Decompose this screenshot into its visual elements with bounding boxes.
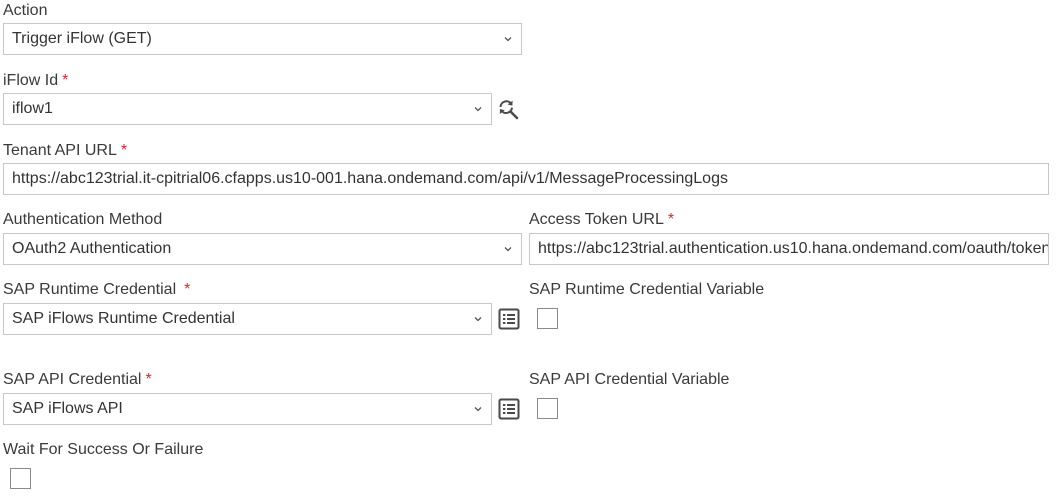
required-mark: * <box>120 142 128 159</box>
api-credential-select[interactable]: SAP iFlows API <box>3 393 492 425</box>
tenant-api-url-label: Tenant API URL * <box>3 141 127 161</box>
chevron-down-icon <box>474 316 482 322</box>
api-credential-select-value: SAP iFlows API <box>12 400 123 417</box>
required-mark: * <box>145 371 152 388</box>
required-mark: * <box>184 281 191 298</box>
api-credential-variable-checkbox[interactable] <box>537 398 558 419</box>
runtime-credential-select[interactable]: SAP iFlows Runtime Credential <box>3 303 492 335</box>
runtime-credential-label-text: SAP Runtime Credential <box>3 281 177 298</box>
list-icon[interactable] <box>498 308 520 330</box>
api-credential-label: SAP API Credential * <box>3 370 152 390</box>
action-select[interactable]: Trigger iFlow (GET) <box>3 23 522 55</box>
iflow-id-select[interactable]: iflow1 <box>3 93 492 125</box>
access-token-url-label-text: Access Token URL <box>529 211 664 228</box>
required-mark: * <box>62 72 69 89</box>
runtime-credential-variable-label-text: SAP Runtime Credential Variable <box>529 281 765 298</box>
runtime-credential-select-value: SAP iFlows Runtime Credential <box>12 310 235 327</box>
wait-for-result-label: Wait For Success Or Failure <box>3 440 203 460</box>
auth-method-select[interactable]: OAuth2 Authentication <box>3 233 522 265</box>
required-mark: * <box>667 211 675 228</box>
auth-method-label: Authentication Method <box>3 210 162 230</box>
iflow-id-label: iFlow Id * <box>3 71 68 91</box>
runtime-credential-variable-checkbox[interactable] <box>537 308 558 329</box>
access-token-url-input[interactable]: https://abc123trial.authentication.us10.… <box>529 233 1049 265</box>
wait-for-result-checkbox[interactable] <box>10 468 31 489</box>
api-credential-variable-label: SAP API Credential Variable <box>529 370 729 390</box>
api-credential-label-text: SAP API Credential <box>3 371 142 388</box>
iflow-id-label-text: iFlow Id <box>3 72 59 89</box>
chevron-down-icon <box>474 106 482 112</box>
chevron-down-icon <box>504 36 512 42</box>
action-select-value: Trigger iFlow (GET) <box>12 30 152 47</box>
search-refresh-icon[interactable] <box>497 98 519 120</box>
list-icon[interactable] <box>498 398 520 420</box>
auth-method-select-value: OAuth2 Authentication <box>12 240 172 257</box>
action-label: Action <box>3 1 47 21</box>
runtime-credential-variable-label: SAP Runtime Credential Variable <box>529 280 764 300</box>
chevron-down-icon <box>504 246 512 252</box>
tenant-api-url-label-text: Tenant API URL <box>3 142 117 159</box>
action-label-text: Action <box>3 2 48 19</box>
access-token-url-label: Access Token URL * <box>529 210 674 230</box>
runtime-credential-label: SAP Runtime Credential * <box>3 280 190 300</box>
auth-method-label-text: Authentication Method <box>3 211 163 228</box>
wait-for-result-label-text: Wait For Success Or Failure <box>3 441 204 458</box>
chevron-down-icon <box>474 406 482 412</box>
api-credential-variable-label-text: SAP API Credential Variable <box>529 371 730 388</box>
iflow-id-select-value: iflow1 <box>12 100 53 117</box>
tenant-api-url-input[interactable]: https://abc123trial.it-cpitrial06.cfapps… <box>3 163 1049 195</box>
